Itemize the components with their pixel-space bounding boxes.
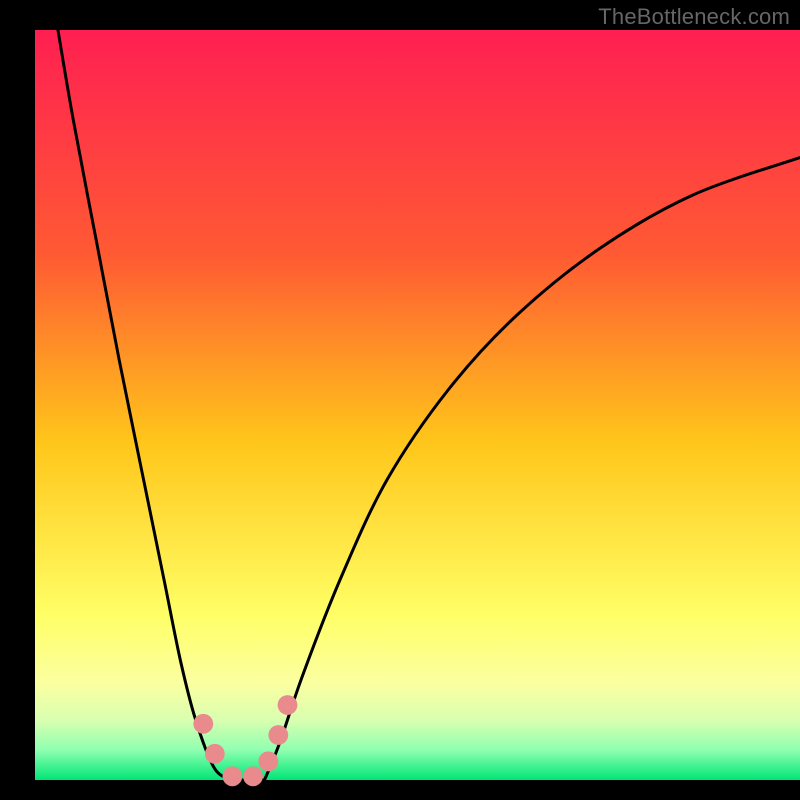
valley-marker-2	[223, 766, 243, 786]
valley-marker-1	[205, 744, 225, 764]
chart-container: TheBottleneck.com	[0, 0, 800, 800]
watermark-text: TheBottleneck.com	[598, 4, 790, 30]
valley-marker-6	[278, 695, 298, 715]
plot-background	[35, 30, 800, 780]
valley-marker-3	[243, 766, 263, 786]
valley-marker-5	[268, 725, 288, 745]
chart-svg	[0, 0, 800, 800]
valley-marker-4	[258, 751, 278, 771]
valley-marker-0	[193, 714, 213, 734]
